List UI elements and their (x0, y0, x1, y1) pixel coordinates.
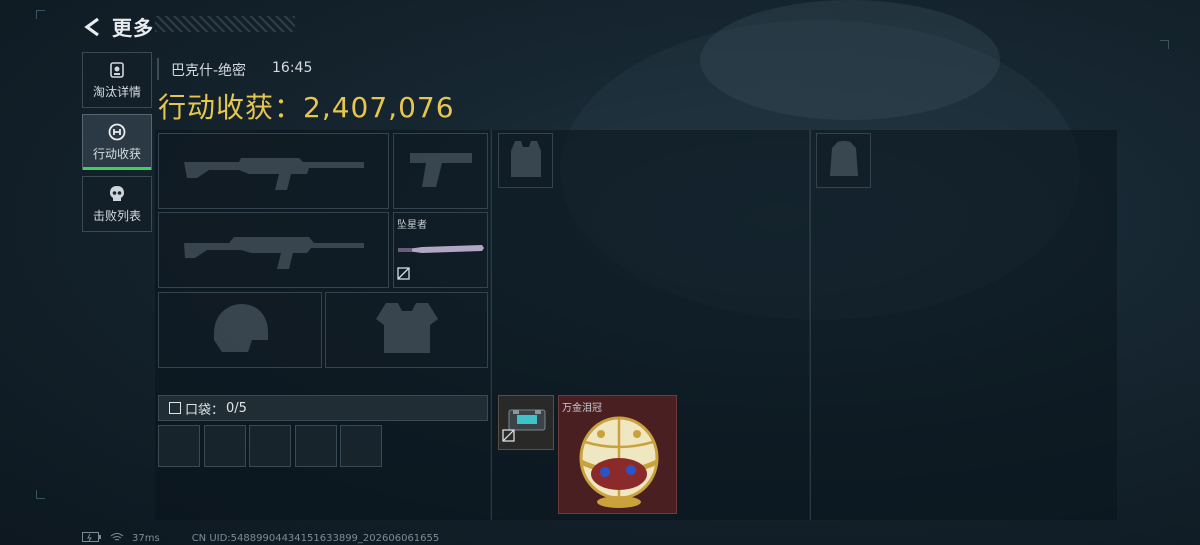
blade-icon (398, 241, 486, 261)
loot-item-featured[interactable]: 万金泪冠 (558, 395, 677, 514)
panel-divider (491, 130, 492, 520)
tab-label: 行动收获 (92, 146, 141, 161)
header-divider (157, 58, 159, 80)
pocket-slot[interactable] (204, 425, 246, 467)
match-time: 16:45 (272, 60, 313, 76)
sidearm-slot[interactable] (393, 133, 488, 209)
tab-label: 淘汰详情 (92, 84, 141, 99)
rifle-icon (179, 144, 369, 198)
pocket-slot[interactable] (249, 425, 291, 467)
tab-label: 击败列表 (92, 208, 141, 223)
unlocked-mark-icon (502, 427, 515, 446)
unlocked-mark-icon (397, 265, 410, 284)
panel-divider (810, 130, 811, 520)
player-uid: CN UID:548899044341516338​99_20260606165… (191, 533, 440, 544)
pocket-count: 0/5 (226, 400, 247, 416)
rifle-icon (179, 223, 369, 277)
loot-icon (108, 123, 126, 141)
pocket-slot[interactable] (340, 425, 382, 467)
badge-icon (108, 61, 126, 79)
harvest-label: 行动收获： (158, 91, 304, 124)
status-footer: 37ms CN UID:548899044341516338​99_202606… (82, 532, 439, 545)
pocket-header: 口袋： 0/5 (158, 395, 488, 421)
battery-icon (82, 532, 102, 545)
melee-slot[interactable]: 坠星者 (393, 212, 488, 288)
helmet-slot[interactable] (158, 292, 322, 368)
ping-value: 37ms (132, 533, 160, 544)
hud-corner (36, 490, 45, 499)
chest-rig-slot[interactable] (498, 133, 553, 188)
header-stripes (155, 16, 295, 32)
backpack-slot[interactable] (816, 133, 871, 188)
pocket-label: 口袋： (185, 402, 225, 418)
armor-vest-icon (372, 299, 442, 361)
primary-weapon-slot[interactable] (158, 133, 389, 209)
pocket-bag-icon (169, 402, 181, 414)
hud-corner (1160, 40, 1169, 49)
helmet-icon (208, 300, 272, 360)
tab-operation-loot[interactable]: 行动收获 (82, 114, 152, 170)
wifi-icon (110, 532, 124, 545)
harvest-total: 行动收获：2,407,076 (158, 86, 455, 126)
chest-rig-icon (509, 139, 543, 183)
back-button[interactable]: 更多 (82, 12, 154, 41)
melee-name: 坠星者 (397, 220, 427, 231)
tab-elimination-details[interactable]: 淘汰详情 (82, 52, 152, 108)
map-name: 巴克什-绝密 (171, 63, 247, 79)
skull-icon (108, 185, 126, 203)
harvest-value: 2,407,076 (303, 91, 455, 124)
jeweled-egg-icon (571, 412, 667, 516)
pistol-icon (406, 147, 476, 195)
secondary-weapon-slot[interactable] (158, 212, 389, 288)
armor-slot[interactable] (325, 292, 488, 368)
pocket-slot[interactable] (295, 425, 337, 467)
tab-defeat-list[interactable]: 击败列表 (82, 176, 152, 232)
pocket-slot[interactable] (158, 425, 200, 467)
backpack-icon (826, 138, 862, 184)
back-arrow-icon (82, 16, 104, 38)
backpack-panel (811, 130, 1117, 520)
page-title: 更多 (112, 16, 154, 40)
loot-item-case[interactable] (498, 395, 554, 450)
hud-corner (36, 10, 45, 19)
background-shape (700, 0, 1000, 120)
